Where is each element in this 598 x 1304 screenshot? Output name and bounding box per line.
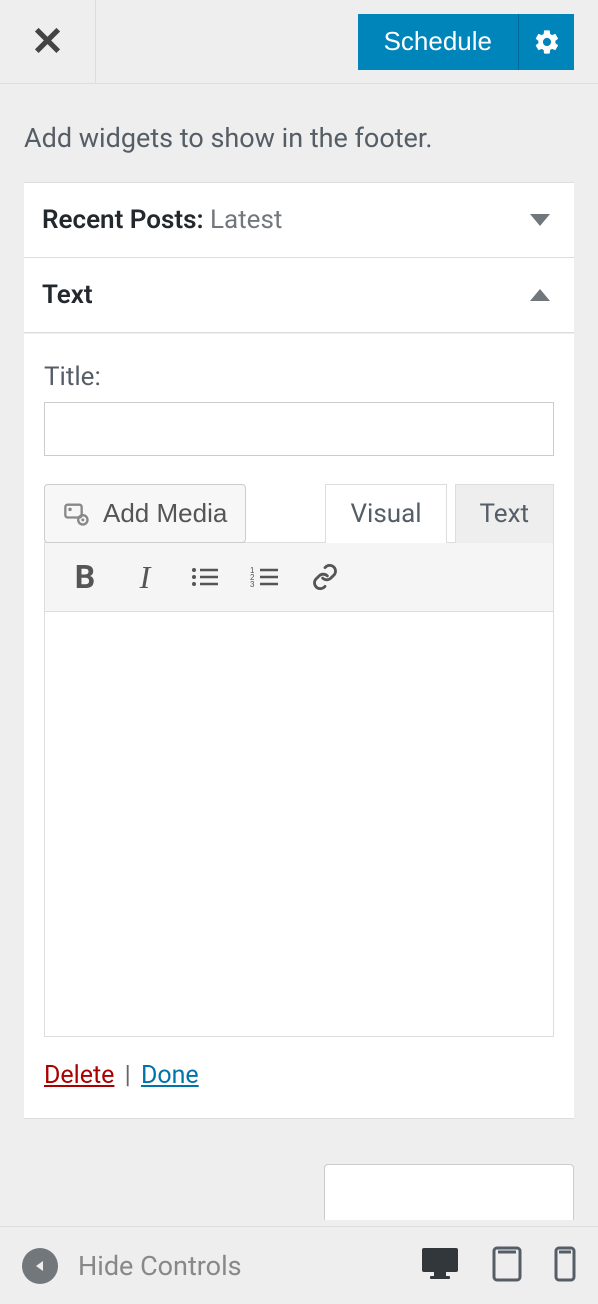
bold-button[interactable]: B [55, 553, 115, 601]
chevron-down-icon [530, 214, 550, 226]
widget-recent-posts-header[interactable]: Recent Posts: Latest [24, 183, 574, 258]
tab-text[interactable]: Text [455, 484, 554, 543]
editor-container: B I 1 2 3 [44, 542, 554, 1037]
triangle-left-icon [33, 1259, 47, 1273]
mobile-preview-button[interactable] [554, 1246, 576, 1286]
close-button[interactable]: ✕ [0, 0, 96, 84]
add-media-label: Add Media [103, 498, 227, 529]
editor-controls-row: Add Media Visual Text [44, 484, 554, 543]
widget-text-body: Title: Add Media Visual Text [24, 333, 574, 1118]
content-area: Add widgets to show in the footer. Recen… [0, 84, 598, 1119]
customizer-top-bar: ✕ Schedule [0, 0, 598, 84]
widget-subtitle-text: Latest [204, 205, 283, 235]
chevron-up-icon [530, 289, 550, 301]
link-icon [311, 563, 339, 591]
done-link[interactable]: Done [141, 1061, 199, 1090]
svg-text:3: 3 [250, 580, 255, 589]
tablet-icon [492, 1246, 522, 1282]
italic-button[interactable]: I [115, 553, 175, 601]
desktop-preview-button[interactable] [420, 1246, 460, 1286]
title-input[interactable] [44, 402, 554, 456]
editor-tabs: Visual Text [317, 484, 554, 543]
widget-recent-posts-title: Recent Posts: Latest [42, 205, 530, 235]
ol-icon: 1 2 3 [250, 565, 280, 589]
title-label: Title: [44, 362, 554, 392]
footer-bar: Hide Controls [0, 1226, 598, 1304]
widget-title-text: Recent Posts: [42, 205, 204, 235]
bullet-list-button[interactable] [175, 553, 235, 601]
widget-text-title: Text [42, 280, 530, 310]
collapse-sidebar-button[interactable] [22, 1248, 58, 1284]
settings-button[interactable] [518, 14, 574, 70]
add-item-partial[interactable] [324, 1164, 574, 1220]
widget-actions: Delete | Done [44, 1037, 554, 1098]
widget-text-header[interactable]: Text [24, 258, 574, 333]
ul-icon [190, 565, 220, 589]
editor-toolbar: B I 1 2 3 [45, 543, 553, 612]
close-icon: ✕ [31, 18, 65, 65]
tablet-preview-button[interactable] [492, 1246, 522, 1286]
device-preview-buttons [420, 1246, 576, 1286]
gear-icon [533, 28, 561, 56]
widget-list: Recent Posts: Latest Text Title: Add [24, 182, 574, 1119]
media-icon [63, 502, 91, 526]
separator: | [121, 1061, 141, 1090]
link-button[interactable] [295, 553, 355, 601]
mobile-icon [554, 1246, 576, 1282]
delete-link[interactable]: Delete [44, 1061, 114, 1090]
section-description: Add widgets to show in the footer. [0, 84, 598, 182]
tab-visual[interactable]: Visual [325, 484, 446, 543]
editor-textarea[interactable] [45, 612, 553, 1036]
hide-controls-label[interactable]: Hide Controls [78, 1250, 242, 1282]
desktop-icon [420, 1246, 460, 1280]
schedule-button[interactable]: Schedule [358, 14, 518, 70]
add-media-button[interactable]: Add Media [44, 484, 246, 543]
numbered-list-button[interactable]: 1 2 3 [235, 553, 295, 601]
